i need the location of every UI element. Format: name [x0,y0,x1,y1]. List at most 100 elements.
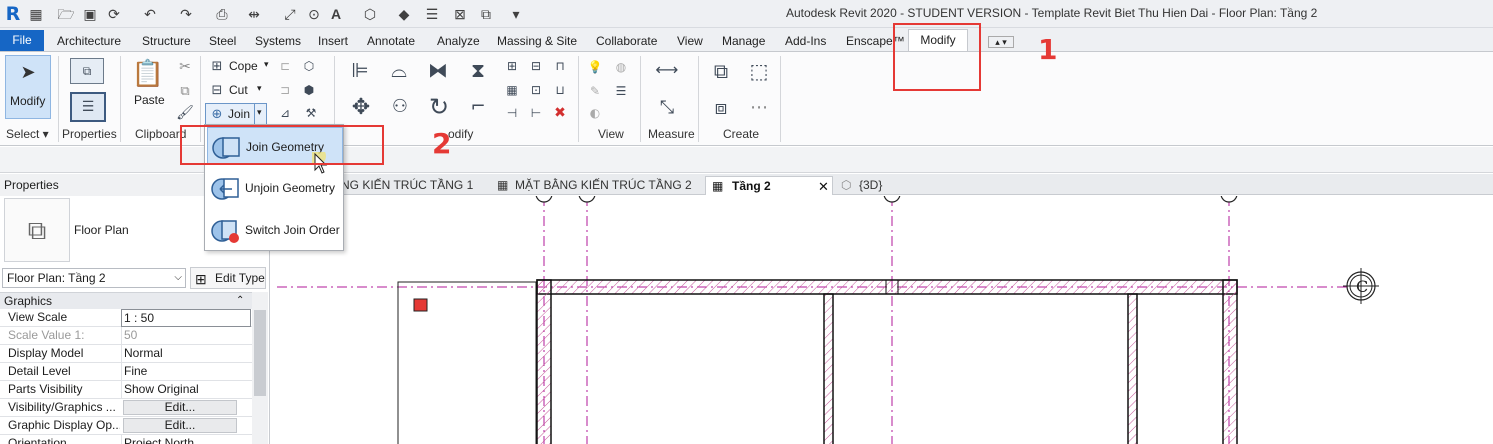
paste-label[interactable]: Paste [134,93,165,107]
3d-view-icon[interactable]: ⬡ [360,4,380,24]
tab-floor-plan-2[interactable]: ▦ MẶT BẰNG KIẾN TRÚC TẦNG 2 [491,176,692,195]
property-value[interactable]: Fine [121,363,251,381]
delete-icon[interactable]: ✖ [552,105,568,121]
tag-icon[interactable]: ⤢ [280,4,300,24]
tab-structure[interactable]: Structure [142,31,191,51]
create-assembly-icon[interactable]: ⧉ [706,56,736,86]
thin-lines-icon[interactable]: ☰ [422,4,442,24]
join-dropdown-icon[interactable]: ▾ [257,107,262,118]
tab-tang-2[interactable]: ▦ Tầng 2 ✕ [705,176,833,195]
array-icon[interactable]: ▦ [504,82,520,98]
trim-single-icon[interactable]: ⊓ [552,58,568,74]
customize-icon[interactable]: ▾ [506,4,526,24]
bulb-icon[interactable]: 💡 [586,58,604,76]
property-value[interactable]: Project North [121,435,251,444]
open-icon[interactable]: 🗁 [56,4,76,24]
undo-icon[interactable]: ↶ [140,4,160,24]
unpin-icon[interactable]: ⊢ [528,105,544,121]
cope-icon[interactable]: ⊞ [208,57,226,75]
mirror-draw-axis-icon[interactable]: ⧗ [464,56,492,84]
tab-insert[interactable]: Insert [318,31,348,51]
tab-architecture[interactable]: Architecture [57,31,121,51]
hammer-icon[interactable]: ⚒ [302,104,320,122]
close-hidden-icon[interactable]: ⊠ [450,4,470,24]
split-face-icon[interactable]: ⬡ [300,57,318,75]
demolish-icon[interactable]: ⊿ [276,104,294,122]
dimension-aligned-icon[interactable]: ⤡ [650,94,684,120]
close-icon[interactable]: ✕ [818,177,829,196]
properties-icon[interactable]: ☰ [70,92,106,122]
move-icon[interactable]: ✥ [346,92,376,122]
tab-steel[interactable]: Steel [209,31,236,51]
sync-icon[interactable]: ⟳ [104,4,124,24]
dimension-icon[interactable]: ⊙ [304,4,324,24]
property-value[interactable]: Normal [121,345,251,363]
join-split-button[interactable]: ⊕ Join ▾ [205,103,267,125]
measure-icon[interactable]: ⇹ [244,4,264,24]
paste-icon[interactable]: 📋 [132,58,164,90]
revit-logo[interactable]: R [4,3,22,25]
copy-icon[interactable]: ⧉ [176,82,194,100]
align-icon[interactable]: ⊫ [346,56,374,84]
cut-scissors-icon[interactable]: ✂ [176,58,194,76]
grid-icon[interactable]: ▦ [26,4,46,24]
type-properties-icon[interactable]: ⧉ [70,58,104,84]
menu-item-switch-join-order[interactable]: Switch Join Order [207,211,343,249]
hide-icon[interactable]: ◍ [612,58,630,76]
split-gap-icon[interactable]: ⊟ [528,58,544,74]
collapse-icon[interactable]: ⌃ [236,293,244,309]
save-icon[interactable]: ▣ [80,4,100,24]
cope-label[interactable]: Cope [229,59,258,73]
scale-icon[interactable]: ⊡ [528,82,544,98]
properties-scrollbar[interactable] [252,292,268,444]
pin-icon[interactable]: ⊣ [504,105,520,121]
cut-label[interactable]: Cut [229,83,248,97]
scrollbar-thumb[interactable] [254,310,266,396]
switch-windows-icon[interactable]: ⧉ [476,4,496,24]
menu-item-unjoin-geometry[interactable]: Unjoin Geometry [207,169,343,207]
tab-manage[interactable]: Manage [722,31,765,51]
trim-extend-icon[interactable]: ⌐ [464,92,492,120]
trim-multiple-icon[interactable]: ⊔ [552,82,568,98]
create-group-icon[interactable]: ⧈ [706,92,736,122]
cope-dropdown-icon[interactable]: ▾ [264,59,269,70]
edit-type-button[interactable]: ⊞ Edit Type [190,267,266,289]
tab-massing-site[interactable]: Massing & Site [497,31,577,51]
copy-element-icon[interactable]: ⚇ [386,92,414,120]
mirror-pick-axis-icon[interactable]: ⧓ [424,56,452,84]
linework-icon[interactable]: ☰ [612,82,630,100]
tab-annotate[interactable]: Annotate [367,31,415,51]
paint-view-icon[interactable]: ◐ [586,104,604,122]
select-panel-label[interactable]: Select ▾ [6,127,49,143]
print-icon[interactable]: ⎙ [212,4,232,24]
cut-geometry-icon[interactable]: ⊟ [208,81,226,99]
measure-distance-icon[interactable]: ⟷ [650,58,684,80]
remove-cope-icon[interactable]: ⊐ [276,81,294,99]
floor-plan-drawing[interactable]: C [271,196,1493,444]
tab-systems[interactable]: Systems [255,31,301,51]
ribbon-minimize-icon[interactable]: ▴ ▾ [988,36,1014,48]
graphics-group-header[interactable]: Graphics ⌃ [0,292,252,309]
tab-view[interactable]: View [677,31,703,51]
rotate-icon[interactable]: ↻ [424,92,454,122]
type-selector[interactable]: Floor Plan: Tầng 2 ⌵ [2,268,186,288]
modify-button[interactable]: ➤ Modify [5,55,51,119]
split-element-icon[interactable]: ⊞ [504,58,520,74]
create-parts-icon[interactable]: ⬚ [744,56,774,86]
section-icon[interactable]: ◆ [394,4,414,24]
tab-floor-plan-1[interactable]: NG KIẾN TRÚC TẦNG 1 [337,176,473,195]
tab-collaborate[interactable]: Collaborate [596,31,657,51]
override-icon[interactable]: ✎ [586,82,604,100]
tab-analyze[interactable]: Analyze [437,31,480,51]
cut-dropdown-icon[interactable]: ▾ [257,83,262,94]
tab-add-ins[interactable]: Add-Ins [785,31,826,51]
view-scale-field[interactable]: 1 : 50 [121,309,251,327]
match-properties-icon[interactable]: 🖌 [176,104,194,122]
tab-3d[interactable]: ⬡ {3D} [837,176,882,195]
tab-file[interactable]: File [0,30,44,51]
offset-icon[interactable]: ⌓ [384,56,414,84]
create-similar-icon[interactable]: ⋯ [744,92,774,122]
paint-icon[interactable]: ⬢ [300,81,318,99]
graphic-display-edit-button[interactable]: Edit... [123,418,237,433]
text-icon[interactable]: A [326,4,346,24]
